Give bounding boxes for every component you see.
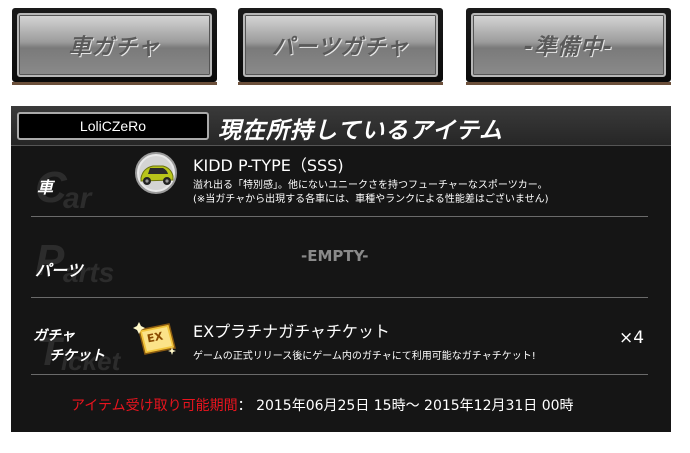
- tab-parts-gacha-face[interactable]: パーツガチャ: [243, 13, 438, 77]
- tab-car-gacha-label: 車ガチャ: [68, 35, 161, 60]
- tab-parts-gacha-label: パーツガチャ: [271, 35, 410, 60]
- tab-base-strip: [238, 82, 443, 85]
- car-row-label: 車: [37, 178, 54, 197]
- tab-coming-soon[interactable]: -準備中-: [466, 8, 671, 85]
- ticket-quantity: ×4: [619, 328, 645, 348]
- receive-period-separator: ：: [237, 398, 252, 414]
- tab-base-strip: [466, 82, 671, 85]
- car-item-name: KIDD P-TYPE（SSS): [193, 156, 344, 175]
- car-item-desc-1: 溢れ出る「特別感」。他にないユニークさを持つフューチャーなスポーツカー。: [193, 180, 548, 191]
- tab-car-gacha[interactable]: 車ガチャ: [12, 8, 217, 85]
- receive-period-label: アイテム受け取り可能期間: [71, 398, 238, 414]
- tab-parts-gacha[interactable]: パーツガチャ: [238, 8, 443, 85]
- car-icon: [135, 152, 177, 194]
- parts-empty-text: -EMPTY-: [301, 247, 369, 265]
- ticket-row-label-2: チケット: [49, 348, 105, 364]
- tab-base-strip: [12, 82, 217, 85]
- tab-coming-soon-label: -準備中-: [523, 35, 614, 60]
- car-item-desc-2: (※当ガチャから出現する各車には、車種やランクによる性能差はございません): [193, 194, 549, 205]
- ex-ticket-thumbnail: EX: [133, 320, 179, 360]
- parts-row: P arts パーツ -EMPTY-: [11, 217, 671, 297]
- panel-header: LoliCZeRo 現在所持しているアイテム: [11, 106, 671, 146]
- ticket-row-label-1: ガチャ: [33, 328, 75, 344]
- panel-title: 現在所持しているアイテム: [218, 118, 504, 144]
- username-box: LoliCZeRo: [17, 112, 209, 140]
- owned-items-panel: LoliCZeRo 現在所持しているアイテム C ar 車 KIDD P-TYP…: [11, 106, 671, 432]
- tab-car-gacha-face[interactable]: 車ガチャ: [17, 13, 212, 77]
- car-row: C ar 車 KIDD P-TYPE（SSS) 溢れ出る「特別感」。他にないユニ…: [11, 146, 671, 216]
- ticket-item-name: EXプラチナガチャチケット: [193, 322, 390, 341]
- car-thumbnail: [133, 152, 179, 194]
- receive-period: アイテム受け取り可能期間： 2015年06月25日 15時～ 2015年12月3…: [71, 395, 574, 415]
- ticket-item-desc: ゲームの正式リリース後にゲーム内のガチャにて利用可能なガチャチケット!: [193, 351, 536, 362]
- car-bg-text: ar: [63, 182, 92, 215]
- row-divider: [31, 374, 648, 375]
- parts-row-label: パーツ: [35, 261, 83, 280]
- tab-coming-soon-face[interactable]: -準備中-: [471, 13, 666, 77]
- receive-period-value: 2015年06月25日 15時～ 2015年12月31日 00時: [256, 398, 574, 414]
- ticket-row: T icket ガチャ チケット EX EXプラチナガチャチケット ゲームの正式…: [11, 298, 671, 374]
